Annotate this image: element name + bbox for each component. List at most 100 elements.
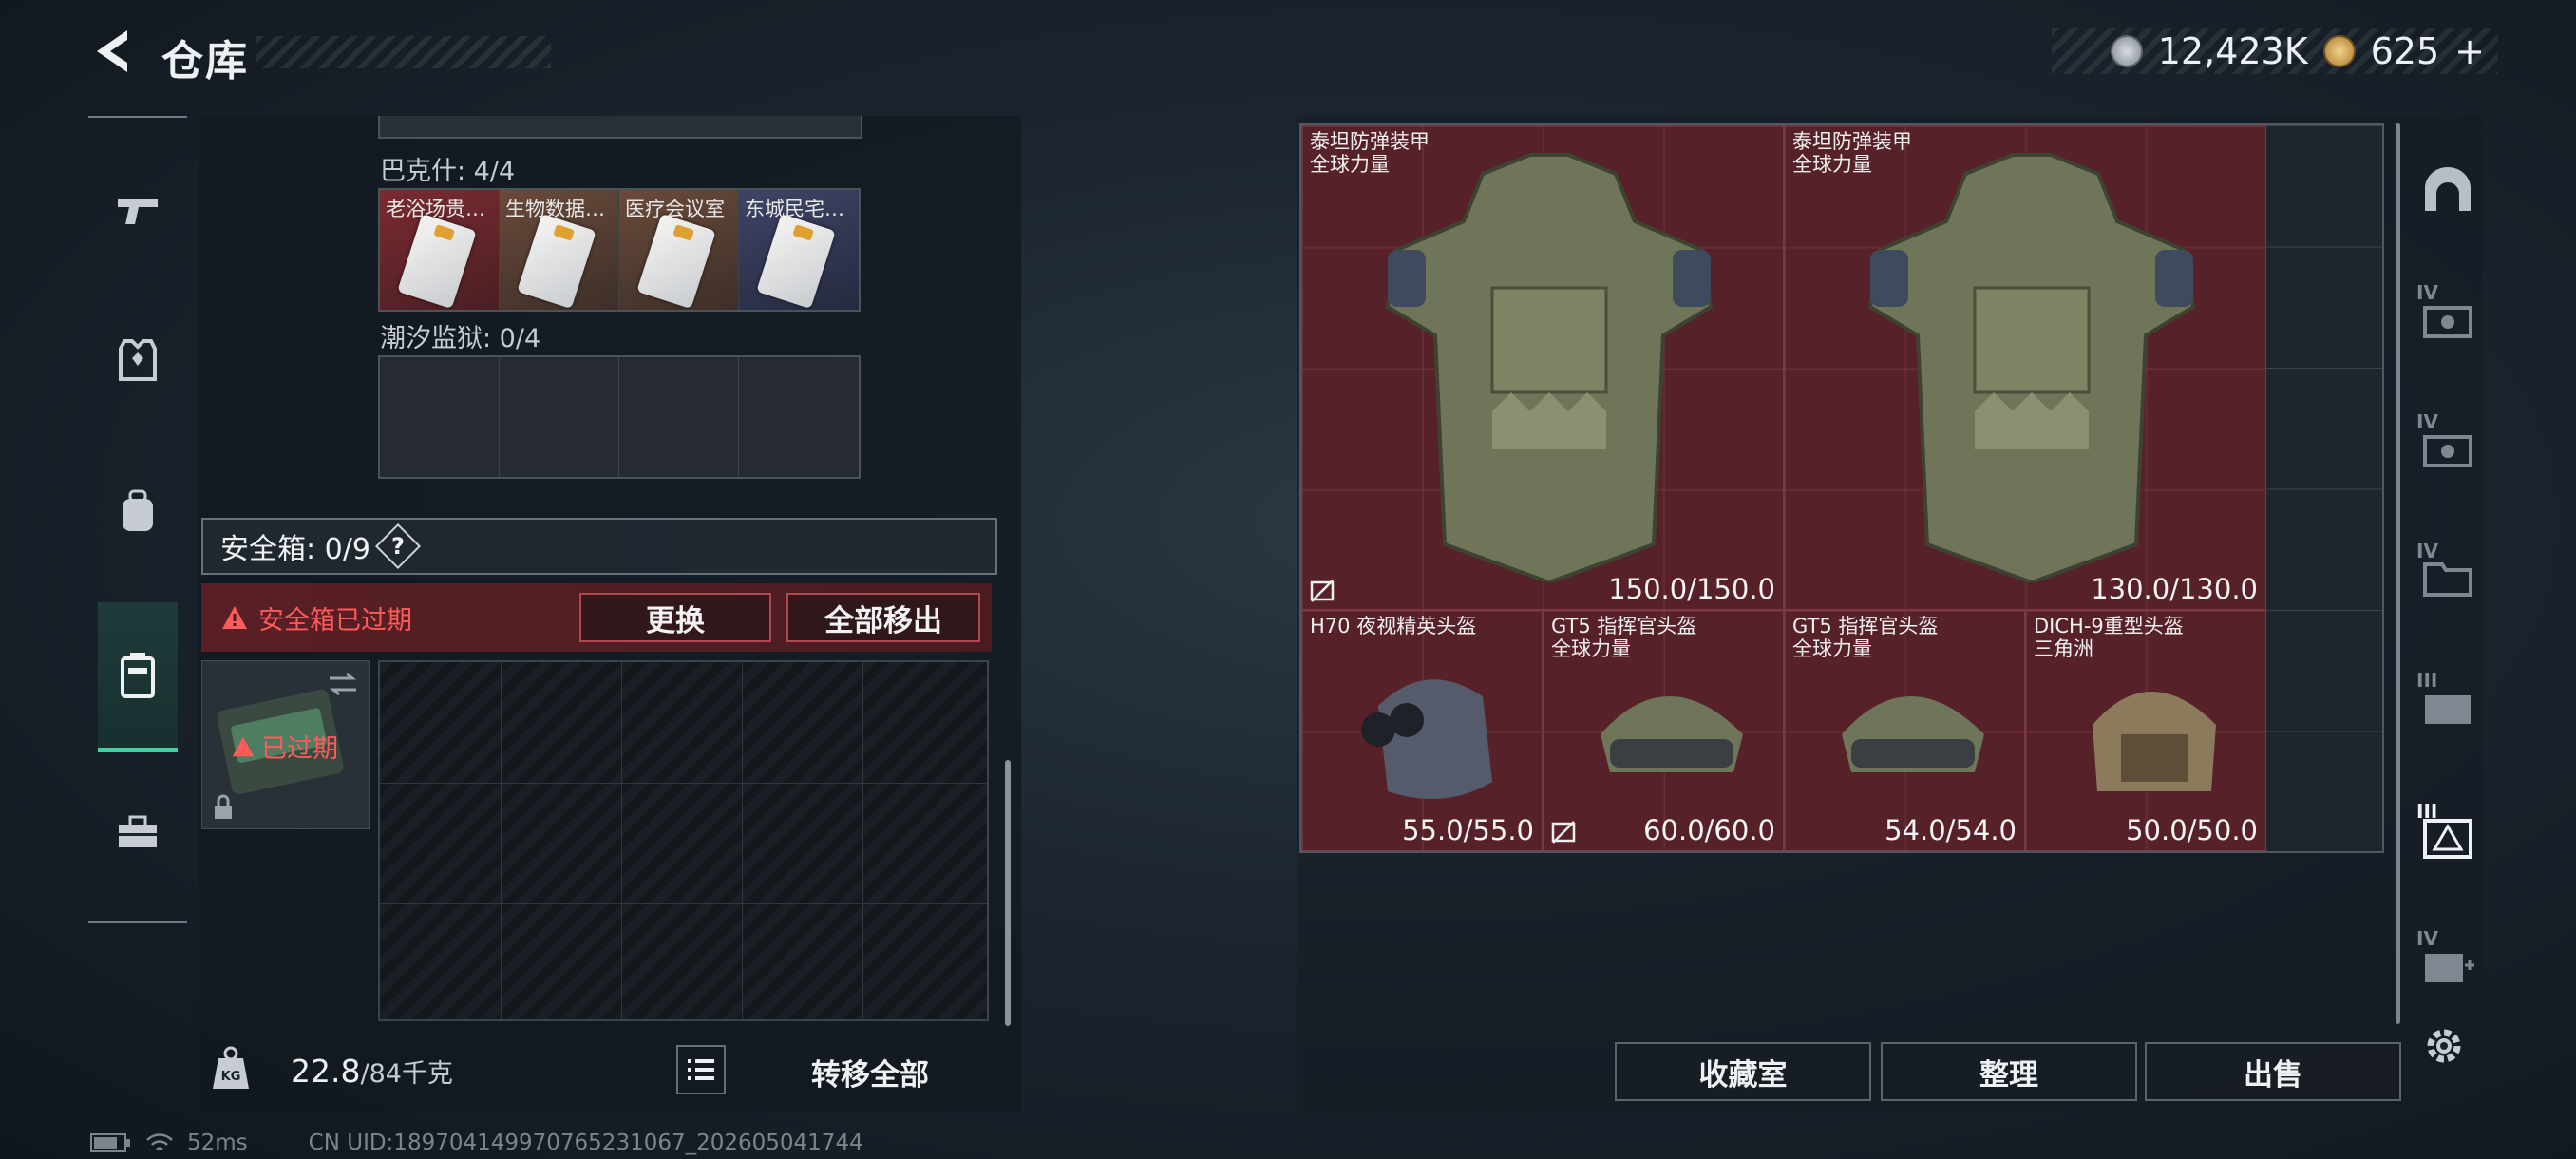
settings-gear-icon[interactable] [2420, 1022, 2468, 1070]
expired-warning-bar: 安全箱已过期 更换 全部移出 [201, 583, 992, 652]
side-tab-armor-case[interactable]: III [2407, 788, 2489, 884]
stash-item-helmet[interactable]: H70 夜视精英头盔 55.0/55.0 [1301, 610, 1543, 851]
left-nav [88, 116, 187, 923]
keycard-icon [756, 213, 836, 310]
key-group-label: 潮汐监狱: 0/4 [380, 324, 541, 353]
commander-helmet-image [1601, 696, 1743, 772]
sort-button[interactable]: 整理 [1881, 1042, 2137, 1101]
nav-armor[interactable] [102, 325, 174, 397]
side-tab-case[interactable]: IV [2407, 401, 2489, 496]
title-stripe [256, 36, 551, 68]
warning-icon [222, 606, 247, 629]
collection-room-button[interactable]: 收藏室 [1615, 1042, 1871, 1101]
status-line: 52ms CN UID:1897041499707652310​67_20260… [90, 1130, 863, 1155]
weapon-case-icon [2425, 695, 2471, 724]
side-tab-case[interactable]: IV [2407, 530, 2489, 625]
key-slot[interactable]: 老浴场贵… [380, 190, 500, 310]
warning-icon [232, 736, 255, 756]
weight-max: /84千克 [360, 1059, 453, 1089]
key-slot-row [378, 355, 861, 479]
nav-weapons[interactable] [102, 175, 174, 247]
stash-item-helmet[interactable]: DICH-9重型头盔 三角洲 50.0/50.0 [2025, 610, 2266, 851]
nav-toolbox[interactable] [102, 796, 174, 868]
page-title: 仓库 [161, 37, 249, 86]
toolbox-icon [119, 815, 157, 847]
expired-warning-text: 安全箱已过期 [258, 605, 412, 636]
keycard-icon [636, 213, 716, 310]
weapon-case-icon [2423, 435, 2472, 467]
empty-key-slot[interactable] [500, 357, 619, 477]
transfer-all-button[interactable]: 转移全部 [747, 1043, 994, 1100]
stash-item-armor[interactable]: 泰坦防弹装甲 全球力量 150.0/150.0 [1301, 125, 1784, 610]
item-name: 泰坦防弹装甲 全球力量 [1310, 130, 1430, 176]
safebox-header: 安全箱: 0/9 ? [201, 518, 997, 575]
item-durability: 130.0/130.0 [2091, 573, 2258, 605]
list-view-button[interactable] [676, 1045, 726, 1094]
safebox-label: 安全箱: 0/9 [220, 533, 370, 566]
item-durability: 54.0/54.0 [1885, 814, 2017, 846]
stash-item-armor[interactable]: 泰坦防弹装甲 全球力量 130.0/130.0 [1784, 125, 2266, 610]
safebox-grid[interactable] [378, 660, 989, 1021]
help-button[interactable]: ? [374, 522, 421, 570]
prev-slot-row [378, 116, 862, 139]
heavy-helmet-image [2093, 692, 2216, 791]
empty-key-slot[interactable] [380, 357, 500, 477]
currency-secondary: 625 [2370, 30, 2440, 72]
currency-primary: 12,423K [2157, 30, 2308, 72]
item-name: H70 夜视精英头盔 [1310, 615, 1477, 637]
case-expired-label: 已过期 [261, 734, 338, 764]
safe-case-slot[interactable]: 已过期 [201, 660, 370, 829]
stash-grid[interactable]: 泰坦防弹装甲 全球力量 150.0/150.0 泰坦防弹装甲 全球力量 130.0/… [1299, 124, 2384, 853]
remove-all-button[interactable]: 全部移出 [786, 593, 980, 642]
arch-icon [2425, 167, 2471, 211]
stash-scrollbar[interactable] [2396, 124, 2400, 1024]
no-insure-icon [1551, 821, 1576, 844]
key-group-label: 巴克什: 4/4 [380, 157, 516, 186]
inventory-scrollbar[interactable] [1005, 760, 1011, 1026]
add-currency-button[interactable]: + [2454, 30, 2485, 72]
wifi-icon [146, 1133, 173, 1150]
lock-icon [215, 794, 232, 819]
empty-key-slot[interactable] [619, 357, 739, 477]
weight-kg-icon: KG [211, 1045, 251, 1091]
uid-text: CN UID:1897041499707652310​67_2026050417… [308, 1130, 863, 1155]
nvg-helmet-image [1361, 679, 1492, 799]
swap-icon[interactable] [326, 671, 360, 697]
item-name: 泰坦防弹装甲 全球力量 [1792, 130, 1912, 176]
folder-case-icon [2423, 562, 2472, 597]
add-case-icon [2425, 954, 2474, 982]
weight-current: 22.8 [291, 1053, 361, 1090]
key-slot[interactable]: 生物数据… [500, 190, 619, 310]
nav-safe-case[interactable] [98, 602, 178, 752]
item-durability: 150.0/150.0 [1608, 573, 1775, 605]
weapon-case-icon [2423, 306, 2472, 338]
armor-vest-icon [119, 339, 157, 381]
key-slot[interactable]: 东城民宅… [739, 190, 859, 310]
item-durability: 55.0/55.0 [1402, 814, 1534, 846]
sell-button[interactable]: 出售 [2145, 1042, 2401, 1101]
side-tab-main[interactable] [2407, 142, 2489, 238]
list-icon [688, 1059, 714, 1080]
stash-item-helmet[interactable]: GT5 指挥官头盔 全球力量 60.0/60.0 [1543, 610, 1784, 851]
nav-backpack[interactable] [102, 475, 174, 547]
item-name: GT5 指挥官头盔 全球力量 [1792, 615, 1939, 660]
currency-bar: 12,423K 625 + [2052, 28, 2498, 74]
side-tab-case[interactable]: III [2407, 659, 2489, 754]
item-durability: 60.0/60.0 [1643, 814, 1775, 846]
carry-weight: 22.8/84千克 [291, 1053, 453, 1090]
body-armor-image [1385, 153, 1714, 582]
side-tab-add-case[interactable]: IV [2407, 918, 2489, 1013]
replace-button[interactable]: 更换 [579, 593, 771, 642]
battery-icon [90, 1133, 130, 1152]
silver-coin-icon [2110, 35, 2143, 67]
no-insure-icon [1310, 580, 1335, 602]
gun-icon [118, 200, 158, 224]
back-button[interactable] [87, 25, 141, 78]
stash-item-helmet[interactable]: GT5 指挥官头盔 全球力量 54.0/54.0 [1784, 610, 2025, 851]
ping-text: 52ms [187, 1130, 248, 1155]
empty-key-slot[interactable] [739, 357, 859, 477]
side-tab-case[interactable]: IV [2407, 272, 2489, 367]
item-name: DICH-9重型头盔 三角洲 [2034, 615, 2184, 660]
item-name: GT5 指挥官头盔 全球力量 [1551, 615, 1697, 660]
key-slot[interactable]: 医疗会议室 [619, 190, 739, 310]
